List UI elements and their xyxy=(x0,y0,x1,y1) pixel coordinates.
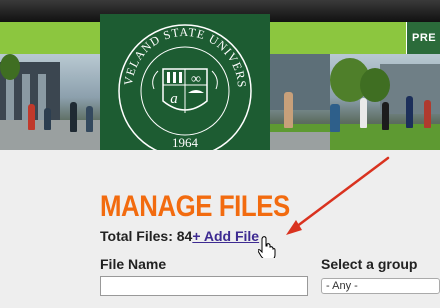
annotation-arrow-icon xyxy=(286,156,390,235)
hand-pointer-cursor-icon xyxy=(258,236,276,258)
